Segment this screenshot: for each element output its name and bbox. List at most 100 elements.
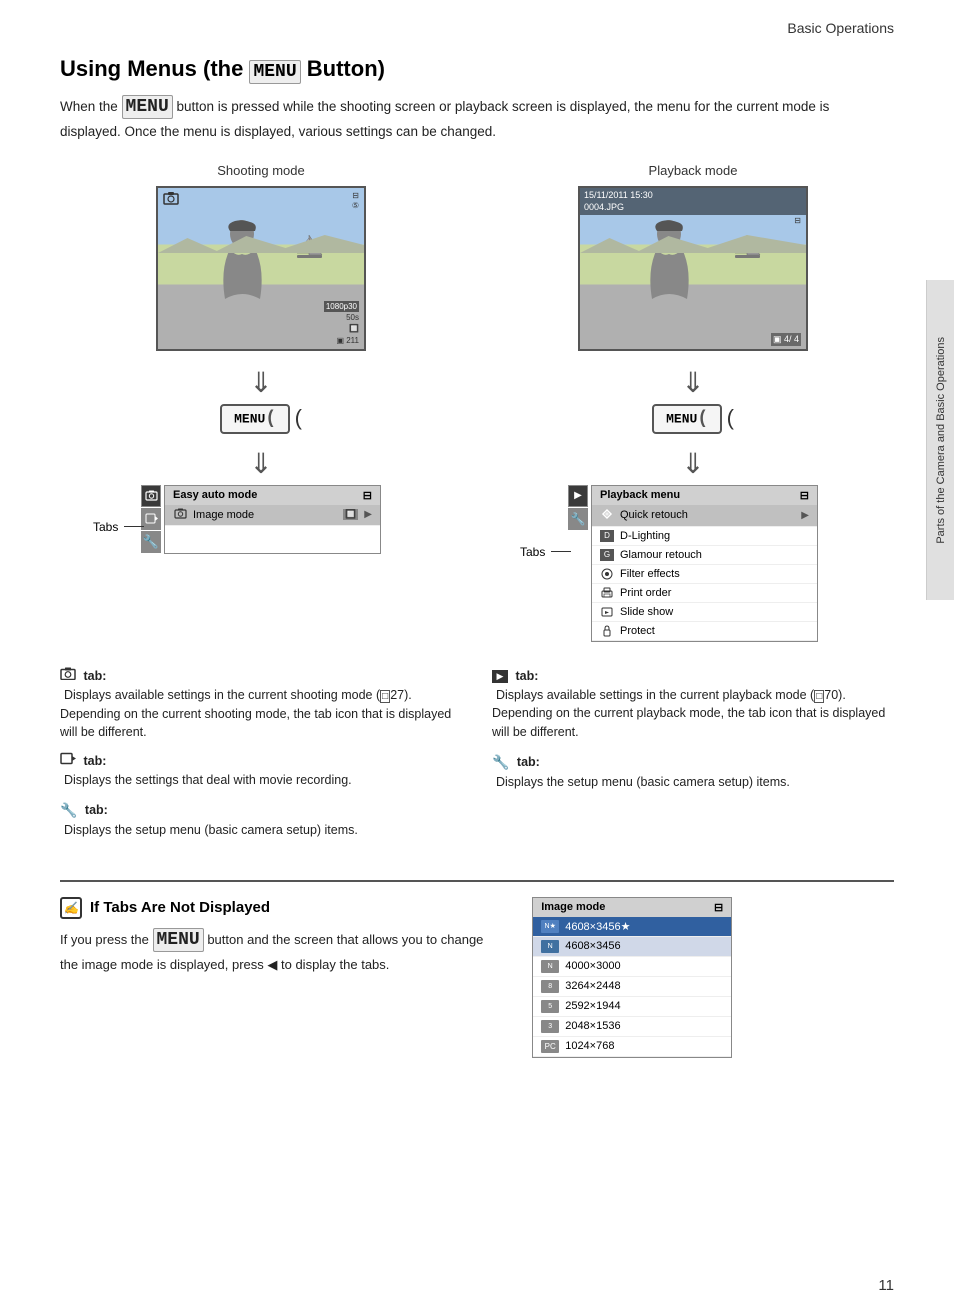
playback-screen-inner: 15/11/2011 15:30 0004.JPG [580,188,806,349]
image-mode-header-icon: ⊟ [714,901,723,914]
mountains-svg [158,233,364,253]
playback-menu-with-tabs: ▶ 🔧 Playback menu ⊟ [568,485,818,642]
im-text-2: 4608×3456 [565,940,620,952]
menu-row-slideshow: Slide show [592,603,817,622]
row-text-imagemode: Image mode [193,509,337,521]
pb-ref: □ [814,690,824,703]
im-text-6: 2048×1536 [565,1020,620,1032]
title-keyword: MENU [249,60,300,84]
playback-menu-btn-container: MENU ( [652,404,734,434]
setup-tab-content-right: Displays the setup menu (basic camera se… [496,775,790,789]
im-text-3: 4000×3000 [565,960,620,972]
im-text-7: 1024×768 [565,1040,614,1052]
desc-cam-icon [60,667,76,686]
image-mode-title: Image mode [541,901,605,913]
im-row-4: 8 3264×2448 [533,977,731,997]
shooting-arrow: ⇓ [249,366,272,399]
row-text-print: Print order [620,587,809,599]
im-icon-5: 5 [541,1000,559,1013]
icon-quick-retouch [600,508,614,523]
shooting-menu-title: Easy auto mode [173,489,257,501]
shooting-menu-btn-container: MENU ( [220,404,302,434]
shooting-mode-label: Shooting mode [60,163,462,178]
icon-glamour: G [600,549,614,561]
desc-setup-tab-right: 🔧 tab: Displays the setup menu (basic ca… [492,752,894,792]
cam-icon-tl [163,191,179,208]
im-text-5: 2592×1944 [565,1000,620,1012]
row-arrow-quick: ▶ [801,510,809,521]
shooting-menu-btn: MENU [220,404,290,434]
playback-menu-wrapper: Tabs ▶ 🔧 [568,485,818,642]
desc-setup-tab-left: 🔧 tab: Displays the setup menu (basic ca… [60,800,462,840]
shooting-menu-wrapper: Tabs 🔧 [141,485,381,554]
icon-dlighting: D [600,530,614,542]
im-row-6: 3 2048×1536 [533,1017,731,1037]
desc-movie-tab: tab: Displays the settings that deal wit… [60,752,462,790]
im-icon-3: N [541,960,559,973]
tabs-label-right: Tabs [520,545,571,559]
page-header: Basic Operations [60,20,894,46]
note-text: If you press the MENU button and the scr… [60,927,502,975]
tab-setup: 🔧 [141,531,161,553]
pb-battery: ⊟ [794,216,801,225]
desc-pb-icon: ▶ [492,670,508,683]
im-row-3: N 4000×3000 [533,957,731,977]
cam-ref: □ [380,690,390,703]
note-title: ✍ If Tabs Are Not Displayed [60,897,502,919]
note-title-text: If Tabs Are Not Displayed [90,899,270,916]
pb-filename: 0004.JPG [584,202,802,214]
row-arrow: ▶ [364,509,372,520]
playback-menu-btn: MENU [652,404,722,434]
playback-area: 15/11/2011 15:30 0004.JPG [492,186,894,642]
desc-movie-icon [60,752,76,771]
menu-row-glamour: G Glamour retouch [592,546,817,565]
desc-col-left: tab: Displays available settings in the … [60,667,462,850]
page-number: 11 [878,1277,894,1294]
side-tab: Parts of the Camera and Basic Operations [926,280,954,600]
shooting-screen: ⊟ ⑤ 1080p30 50s 🔲 ▣ 211 [156,186,366,351]
shooting-menu-header: Easy auto mode ⊟ [165,486,380,505]
shooting-menu-row-imagemode: Image mode 🔲 ▶ [165,505,380,526]
desc-cam-tab: tab: Displays available settings in the … [60,667,462,742]
menu-row-filter: Filter effects [592,565,817,584]
im-text-4: 3264×2448 [565,980,620,992]
im-row-5: 5 2592×1944 [533,997,731,1017]
pb-counter: ▣ 4/ 4 [771,333,801,346]
playback-menu-icon: ⊟ [800,489,809,502]
note-keyword: MENU [153,928,204,952]
shooting-area: ⊟ ⑤ 1080p30 50s 🔲 ▣ 211 ⇓ [60,186,462,554]
header-title: Basic Operations [787,20,894,36]
title-part1: Using Menus (the [60,56,249,81]
row-icon-cam [173,508,187,522]
setup-tab-label-left: tab: [85,803,108,817]
note-icon: ✍ [60,897,82,919]
tabs-text-right: Tabs [520,545,545,559]
tab-setup-right: 🔧 [568,508,588,530]
shooting-menu-with-tabs: 🔧 Easy auto mode ⊟ [141,485,381,554]
tab-playback: ▶ [568,485,588,507]
note-section: ✍ If Tabs Are Not Displayed If you press… [60,880,894,1058]
pb-header: 15/11/2011 15:30 0004.JPG [580,188,806,215]
row-text-dlighting: D-Lighting [620,530,809,542]
im-icon-4: 8 [541,980,559,993]
movie-tab-label: tab: [83,754,106,768]
shooting-menu-icon: ⊟ [363,489,372,502]
row-text-slideshow: Slide show [620,606,809,618]
tabs-label-left: Tabs [93,520,144,534]
im-icon-1: N★ [541,920,559,933]
icon-filter [600,568,614,580]
menu-row-protect: Protect [592,622,817,641]
playback-screen: 15/11/2011 15:30 0004.JPG [578,186,808,351]
playback-menu-header: Playback menu ⊟ [592,486,817,505]
im-row-7: PC 1024×768 [533,1037,731,1057]
setup-tab-content-left: Displays the setup menu (basic camera se… [64,823,358,837]
note-right: Image mode ⊟ N★ 4608×3456★ N 4608×3456 N… [532,897,894,1058]
tabs-line-left [124,526,144,527]
note-left: ✍ If Tabs Are Not Displayed If you press… [60,897,502,975]
menu-row-print: Print order [592,584,817,603]
intro-keyword: MENU [122,95,173,119]
diagram-section: Shooting mode [60,163,894,642]
tabs-line-right [551,551,571,552]
shooting-screen-inner: ⊟ ⑤ 1080p30 50s 🔲 ▣ 211 [158,188,364,349]
icon-slideshow [600,606,614,618]
